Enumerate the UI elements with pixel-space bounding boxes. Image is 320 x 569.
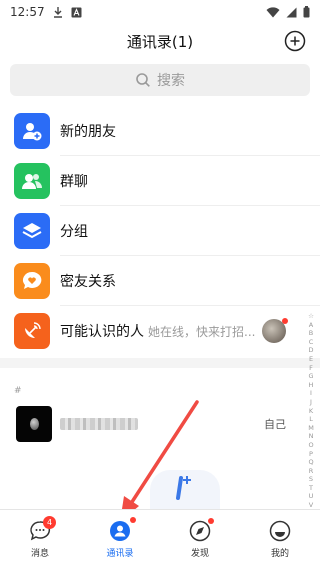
tab-dot — [208, 518, 214, 524]
index-letter[interactable]: P — [309, 450, 313, 459]
message-icon: 4 — [29, 516, 56, 542]
bottom-tab-bar: 4 消息 通讯录 发现 我的 — [0, 509, 320, 569]
index-letter[interactable]: H — [309, 381, 314, 390]
avatar — [262, 318, 288, 343]
status-bar: 12:57 — [0, 0, 320, 24]
profile-icon — [269, 520, 291, 542]
menu-item-new-friends[interactable]: 新的朋友 — [0, 106, 320, 156]
font-icon — [71, 7, 82, 17]
tab-label: 我的 — [270, 549, 289, 559]
search-placeholder: 搜索 — [157, 73, 185, 89]
menu-label: 可能认识的人 — [60, 324, 144, 340]
self-tag: 自己 — [264, 418, 286, 431]
section-divider — [0, 358, 320, 368]
search-bar[interactable]: 搜索 — [10, 64, 310, 96]
index-letter[interactable]: T — [309, 484, 313, 493]
index-letter[interactable]: E — [309, 355, 313, 364]
tab-contacts[interactable]: 通讯录 — [80, 510, 160, 569]
add-friend-icon — [14, 113, 50, 149]
new-dot — [282, 318, 288, 324]
add-contact-button[interactable] — [284, 30, 306, 52]
index-letter[interactable]: R — [309, 467, 314, 476]
status-time: 12:57 — [10, 5, 45, 19]
radar-icon — [14, 313, 50, 349]
index-letter[interactable]: B — [309, 329, 313, 338]
avatar — [16, 406, 52, 442]
index-letter[interactable]: Q — [308, 458, 313, 467]
contacts-icon — [109, 517, 136, 542]
heart-bubble-icon — [14, 263, 50, 299]
tab-label: 消息 — [30, 549, 49, 559]
tab-me[interactable]: 我的 — [240, 510, 320, 569]
menu-label: 分组 — [60, 224, 88, 240]
menu-item-close-friends[interactable]: 密友关系 — [0, 256, 320, 306]
header: 通讯录(1) — [0, 24, 320, 58]
menu-label: 新的朋友 — [60, 124, 116, 140]
index-letter[interactable]: A — [309, 321, 313, 330]
tab-label: 发现 — [190, 549, 209, 559]
index-letter[interactable]: I — [310, 389, 312, 398]
empty-illustration — [150, 470, 220, 510]
menu-item-people-you-may-know[interactable]: 可能认识的人 她在线，快来打招... — [0, 306, 320, 356]
section-header: # — [14, 386, 22, 396]
wifi-icon — [266, 6, 280, 17]
menu-item-group-chats[interactable]: 群聊 — [0, 156, 320, 206]
signal-icon — [286, 7, 297, 17]
menu-sublabel: 她在线，快来打招... — [148, 324, 256, 339]
menu-label: 密友关系 — [60, 274, 116, 290]
contact-name-blurred — [60, 418, 138, 430]
index-letter[interactable]: D — [308, 346, 313, 355]
download-icon — [53, 7, 62, 18]
index-letter[interactable]: G — [308, 372, 313, 381]
tab-discover[interactable]: 发现 — [160, 510, 240, 569]
menu-item-groups[interactable]: 分组 — [0, 206, 320, 256]
tab-label: 通讯录 — [106, 549, 134, 559]
contacts-menu: 新的朋友 群聊 分组 密友关系 可能认识的人 她在线，快来打招... — [0, 106, 320, 356]
menu-label: 群聊 — [60, 174, 88, 190]
index-letter[interactable]: S — [309, 475, 313, 484]
search-icon — [136, 73, 150, 87]
group-chat-icon — [14, 163, 50, 199]
battery-icon — [303, 6, 310, 18]
index-letter[interactable]: ☆ — [308, 312, 314, 321]
index-letter[interactable]: C — [309, 338, 314, 347]
layers-icon — [14, 213, 50, 249]
unread-badge: 4 — [43, 516, 56, 529]
index-letter[interactable]: F — [309, 364, 313, 373]
page-title: 通讯录(1) — [126, 32, 194, 51]
compass-icon — [189, 518, 214, 542]
contact-row[interactable]: 自己 — [0, 403, 320, 445]
tab-messages[interactable]: 4 消息 — [0, 510, 80, 569]
index-letter[interactable]: U — [309, 492, 314, 501]
tab-dot — [130, 517, 136, 523]
